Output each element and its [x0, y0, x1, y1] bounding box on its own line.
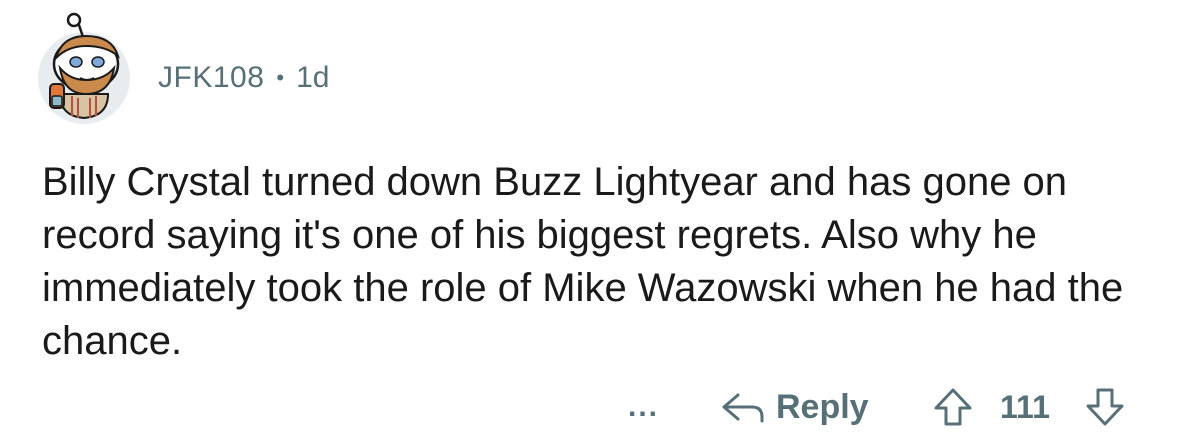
comment-meta: JFK108 • 1d — [158, 58, 329, 98]
comment-body: Billy Crystal turned down Buzz Lightyear… — [42, 160, 1124, 363]
comment-actions: ... Reply 111 — [0, 382, 1179, 432]
user-avatar[interactable] — [34, 12, 134, 124]
username-link[interactable]: JFK108 — [158, 61, 264, 95]
comment: JFK108 • 1d Billy Crystal turned down Bu… — [0, 0, 1179, 447]
reply-label: Reply — [776, 387, 869, 426]
upvote-arrow-icon[interactable] — [930, 386, 976, 428]
reply-button[interactable]: Reply — [718, 382, 869, 432]
meta-separator: • — [276, 65, 285, 90]
comment-age: 1d — [296, 61, 330, 94]
downvote-arrow-icon[interactable] — [1082, 386, 1128, 428]
reply-arrow-icon — [722, 393, 764, 423]
vote-score: 111 — [1000, 388, 1050, 425]
snoo-avatar-icon — [38, 12, 130, 124]
more-options-button[interactable]: ... — [628, 382, 659, 432]
